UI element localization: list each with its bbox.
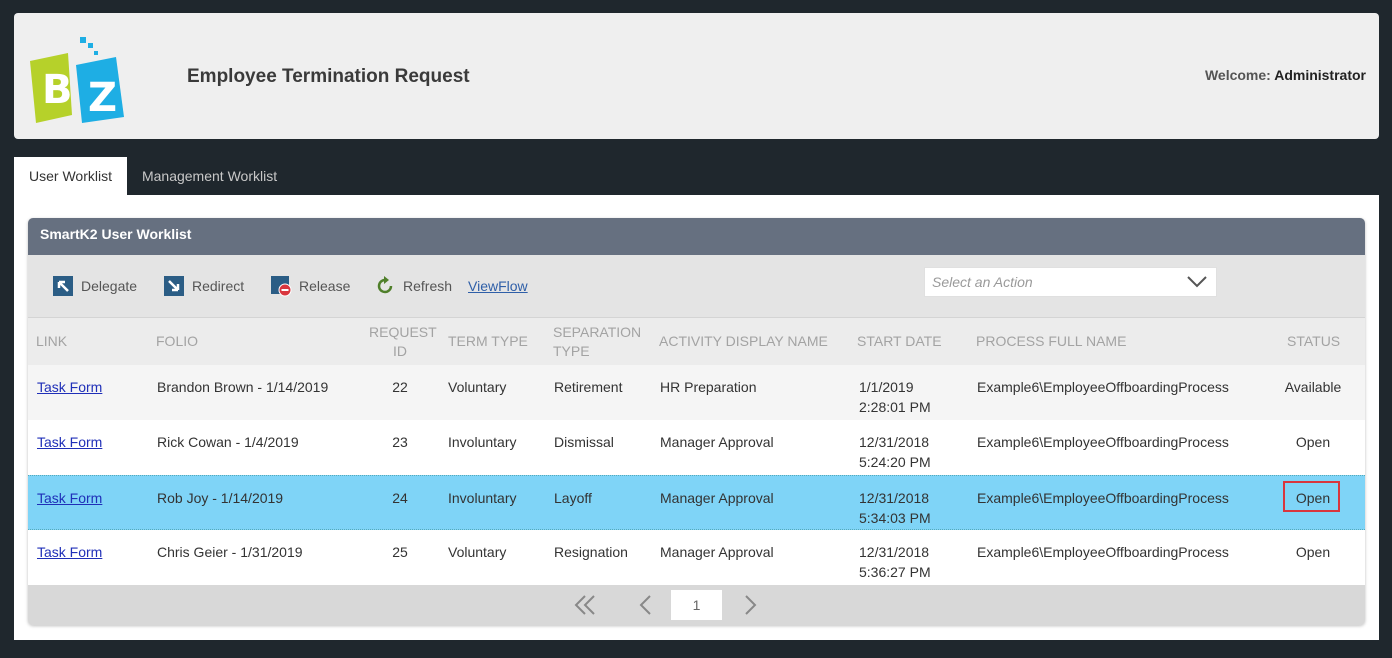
redirect-button[interactable]: Redirect — [163, 273, 244, 299]
app-header: B Z Employee Termination Request Welcome… — [14, 13, 1379, 139]
worklist-tabs: User Worklist Management Worklist — [14, 157, 292, 195]
action-select-placeholder: Select an Action — [932, 274, 1033, 290]
delegate-icon — [53, 276, 73, 296]
release-label: Release — [299, 278, 351, 294]
refresh-button[interactable]: Refresh — [374, 273, 452, 299]
task-form-link[interactable]: Task Form — [37, 488, 102, 508]
chevron-down-icon — [1187, 276, 1207, 288]
column-header-status[interactable]: STATUS — [1287, 333, 1340, 349]
task-form-link[interactable]: Task Form — [37, 542, 102, 562]
table-row[interactable]: Task Form Brandon Brown - 1/14/2019 22 Volu… — [28, 365, 1365, 420]
start-date-cell: 12/31/2018 5:34:03 PM — [859, 488, 931, 528]
request-id-cell: 25 — [392, 544, 408, 560]
refresh-label: Refresh — [403, 278, 453, 294]
viewflow-link[interactable]: ViewFlow — [468, 278, 528, 294]
chevron-left-icon[interactable] — [634, 594, 658, 616]
grid-header: LINK FOLIO REQUEST ID TERM TYPE SEPARATI… — [28, 317, 1365, 365]
worklist-panel: SmartK2 User Worklist Delegate Redirect — [28, 218, 1365, 625]
start-time: 5:36:27 PM — [859, 564, 931, 580]
table-row[interactable]: Task Form Rick Cowan - 1/4/2019 23 Involunt… — [28, 420, 1365, 475]
column-header-process[interactable]: PROCESS FULL NAME — [976, 333, 1126, 349]
activity-cell: Manager Approval — [660, 544, 774, 560]
request-id-cell: 22 — [392, 379, 408, 395]
request-id-cell: 24 — [392, 490, 408, 506]
start-date-cell: 12/31/2018 5:36:27 PM — [859, 542, 931, 582]
start-date: 1/1/2019 — [859, 379, 914, 395]
process-cell: Example6\EmployeeOffboardingProcess — [977, 544, 1229, 560]
column-header-request-id[interactable]: REQUEST ID — [369, 323, 437, 361]
column-header-separation-type[interactable]: SEPARATION TYPE — [553, 323, 641, 361]
double-chevron-left-icon[interactable] — [573, 594, 597, 616]
separation-type-cell: Resignation — [554, 544, 628, 560]
chevron-right-icon[interactable] — [738, 594, 762, 616]
current-user: Administrator — [1274, 67, 1366, 83]
welcome-text: Welcome: Administrator — [1205, 67, 1366, 83]
column-header-start-date[interactable]: START DATE — [857, 333, 942, 349]
process-cell: Example6\EmployeeOffboardingProcess — [977, 434, 1229, 450]
tab-content: SmartK2 User Worklist Delegate Redirect — [14, 195, 1379, 640]
tab-user-worklist[interactable]: User Worklist — [14, 157, 127, 195]
start-date: 12/31/2018 — [859, 544, 930, 560]
redirect-label: Redirect — [192, 278, 245, 294]
column-header-term-type[interactable]: TERM TYPE — [448, 333, 528, 349]
svg-text:Z: Z — [88, 75, 117, 121]
column-header-request-id-line2: ID — [393, 343, 407, 359]
start-date-cell: 12/31/2018 5:24:20 PM — [859, 432, 931, 472]
column-header-separation-line2: TYPE — [553, 343, 590, 359]
separation-type-cell: Retirement — [554, 379, 623, 395]
delegate-label: Delegate — [81, 278, 138, 294]
folio-cell: Rob Joy - 1/14/2019 — [157, 490, 284, 506]
status-cell: Open — [1295, 544, 1331, 560]
separation-type-cell: Layoff — [554, 490, 592, 506]
column-header-link[interactable]: LINK — [36, 333, 67, 349]
page-number[interactable]: 1 — [671, 590, 722, 620]
activity-cell: Manager Approval — [660, 434, 774, 450]
separation-type-cell: Dismissal — [554, 434, 614, 450]
term-type-cell: Involuntary — [448, 490, 517, 506]
column-header-activity[interactable]: ACTIVITY DISPLAY NAME — [659, 333, 828, 349]
status-cell: Open — [1295, 434, 1331, 450]
start-date: 12/31/2018 — [859, 490, 930, 506]
svg-text:B: B — [42, 67, 73, 113]
start-time: 5:34:03 PM — [859, 510, 931, 526]
start-time: 5:24:20 PM — [859, 454, 931, 470]
process-cell: Example6\EmployeeOffboardingProcess — [977, 490, 1229, 506]
task-form-link[interactable]: Task Form — [37, 432, 102, 452]
task-form-link[interactable]: Task Form — [37, 377, 102, 397]
process-cell: Example6\EmployeeOffboardingProcess — [977, 379, 1229, 395]
start-date-cell: 1/1/2019 2:28:01 PM — [859, 377, 931, 417]
folio-cell: Rick Cowan - 1/4/2019 — [157, 434, 299, 450]
column-header-folio[interactable]: FOLIO — [156, 333, 198, 349]
bz-logo-icon: B Z — [30, 37, 124, 123]
refresh-icon — [377, 276, 393, 294]
start-time: 2:28:01 PM — [859, 399, 931, 415]
request-id-cell: 23 — [392, 434, 408, 450]
column-header-request-id-line1: REQUEST — [369, 324, 437, 340]
term-type-cell: Voluntary — [448, 544, 507, 560]
table-row[interactable]: Task Form Chris Geier - 1/31/2019 25 Volunt… — [28, 530, 1365, 585]
welcome-label: Welcome: — [1204, 67, 1271, 83]
panel-title: SmartK2 User Worklist — [28, 218, 1365, 255]
table-row[interactable]: Task Form Rob Joy - 1/14/2019 24 Involuntar… — [28, 475, 1365, 530]
status-highlight-box — [1283, 481, 1340, 512]
pager: 1 — [28, 585, 1365, 625]
redirect-icon — [164, 276, 184, 296]
page-title: Employee Termination Request — [187, 66, 470, 87]
worklist-toolbar: Delegate Redirect Release Refresh ViewFl… — [28, 255, 1365, 317]
action-select[interactable]: Select an Action — [924, 267, 1217, 297]
release-button[interactable]: Release — [270, 273, 350, 299]
tab-management-worklist[interactable]: Management Worklist — [127, 157, 292, 195]
delegate-button[interactable]: Delegate — [52, 273, 137, 299]
activity-cell: HR Preparation — [660, 379, 757, 395]
term-type-cell: Voluntary — [448, 379, 507, 395]
status-cell: Available — [1284, 379, 1342, 395]
grid-body: Task Form Brandon Brown - 1/14/2019 22 Volu… — [28, 365, 1365, 585]
folio-cell: Brandon Brown - 1/14/2019 — [157, 379, 329, 395]
folio-cell: Chris Geier - 1/31/2019 — [157, 544, 303, 560]
release-icon — [271, 276, 292, 297]
column-header-separation-line1: SEPARATION — [553, 324, 642, 340]
term-type-cell: Involuntary — [448, 434, 517, 450]
activity-cell: Manager Approval — [660, 490, 774, 506]
start-date: 12/31/2018 — [859, 434, 930, 450]
